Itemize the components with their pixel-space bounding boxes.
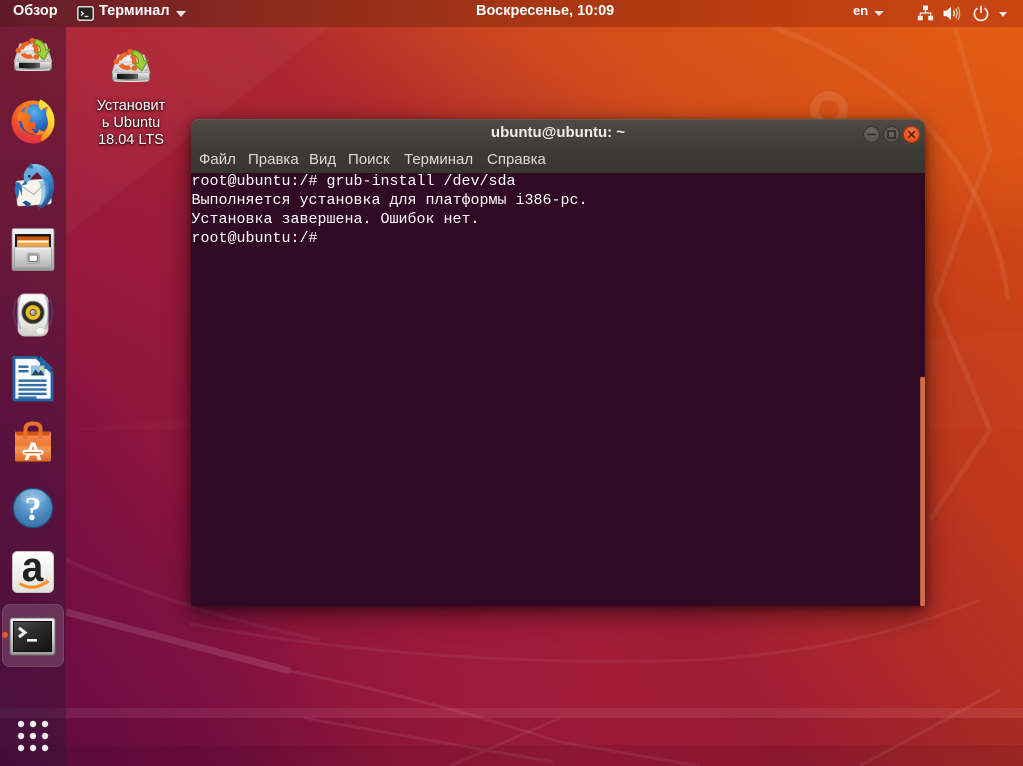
- svg-text:?: ?: [25, 491, 42, 528]
